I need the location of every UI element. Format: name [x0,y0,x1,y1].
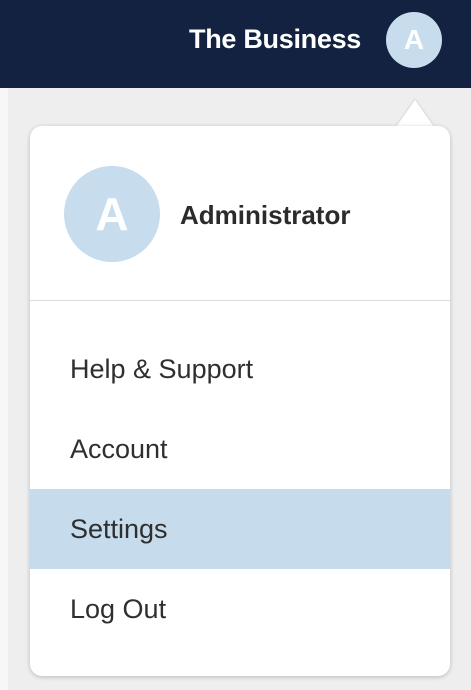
dropdown-caret [396,100,434,127]
top-navigation-bar: The Business A [0,0,471,88]
user-dropdown-menu: A Administrator Help & Support Account S… [30,126,450,676]
profile-name: Administrator [180,200,351,230]
profile-header: A Administrator [30,126,450,301]
page-background-strip [0,88,8,690]
menu-item-log-out[interactable]: Log Out [30,569,450,649]
profile-avatar: A [64,166,160,262]
menu-item-settings[interactable]: Settings [30,489,450,569]
menu-list: Help & Support Account Settings Log Out [30,329,450,649]
user-avatar-button[interactable]: A [386,12,442,68]
menu-item-help-support[interactable]: Help & Support [30,329,450,409]
business-name: The Business [189,24,361,54]
menu-item-account[interactable]: Account [30,409,450,489]
